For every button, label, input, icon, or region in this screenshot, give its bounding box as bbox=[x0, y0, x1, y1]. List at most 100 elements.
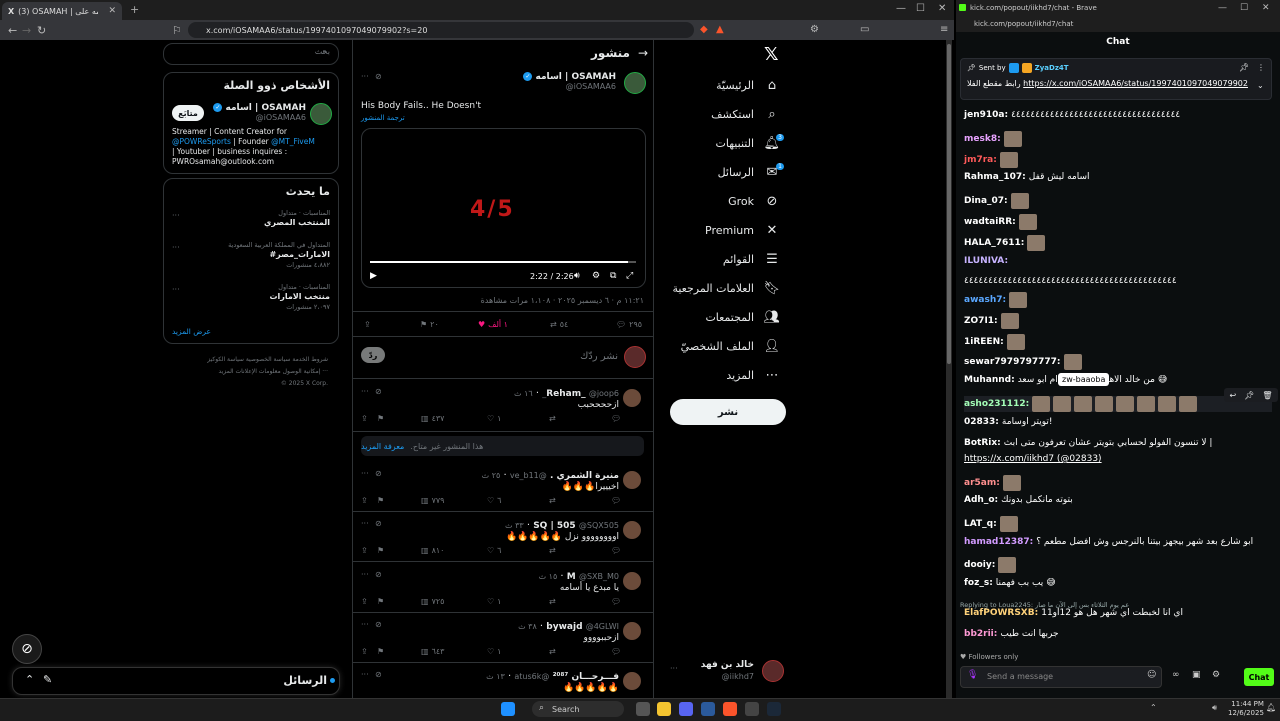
chat-username[interactable]: ILUNIVA: bbox=[964, 256, 1008, 266]
play-icon[interactable]: ▶ bbox=[370, 271, 377, 281]
reply-row[interactable]: M @SXB_M0 · ١٥ ث يا مبدع يا أسامه ··· ⊘ 💬︎ ⇄ ♡… bbox=[353, 566, 653, 613]
chat-username[interactable]: dooiy: bbox=[964, 560, 995, 570]
kick-address-bar[interactable]: kick.com/popout/iikhd7/chat bbox=[956, 16, 1280, 32]
app-icon[interactable] bbox=[701, 702, 715, 716]
bookmark-action[interactable]: ⚑ bbox=[377, 647, 384, 656]
emote-icon[interactable] bbox=[1010, 193, 1029, 209]
chat-message[interactable]: https://x.com/iikhd7 (@02833) bbox=[964, 454, 1272, 464]
reply-row[interactable]: منيرة الشمري . @ve_b11 · ٢٥ ث اخيييرا🔥🔥🔥 ·… bbox=[353, 465, 653, 512]
reply-name[interactable]: Reham_ bbox=[546, 389, 585, 399]
chat-message[interactable]: Dina_07: bbox=[964, 193, 1272, 209]
account-more-icon[interactable]: ··· bbox=[670, 664, 678, 673]
tray-chevron-icon[interactable]: ⌃ bbox=[1150, 703, 1157, 712]
delete-icon[interactable]: 🗑︎ bbox=[1262, 391, 1272, 400]
chat-username[interactable]: Dina_07: bbox=[964, 196, 1008, 206]
emote-icon[interactable] bbox=[1074, 396, 1093, 412]
back-arrow-icon[interactable]: → bbox=[638, 46, 648, 60]
search-input[interactable]: بحث ⌕ bbox=[163, 43, 339, 65]
bio-mention-powr[interactable]: @POWReSports bbox=[172, 137, 231, 146]
views-action[interactable]: ▥ ٧٧٩ bbox=[421, 496, 444, 505]
chat-username[interactable]: ar5am: bbox=[964, 478, 1000, 488]
volume-tray-icon[interactable]: 🔊︎ bbox=[1212, 703, 1217, 713]
emote-icon[interactable] bbox=[1032, 396, 1051, 412]
expand-icon[interactable]: ⌃ bbox=[25, 673, 34, 686]
like-action[interactable]: ♡ ١ bbox=[487, 597, 501, 606]
clock[interactable]: 11:44 PM 12/6/2025 bbox=[1228, 700, 1264, 718]
emote-icon[interactable] bbox=[999, 516, 1018, 532]
volume-icon[interactable]: 🔊︎ bbox=[574, 271, 580, 281]
nav-item-home[interactable]: ⌂ الرئيسيّة bbox=[716, 74, 780, 96]
url-field[interactable]: x.com/iOSAMAA6/status/199740109704907990… bbox=[188, 22, 694, 38]
chat-message[interactable]: ZO7I1: bbox=[964, 313, 1272, 329]
nav-item-bookmark[interactable]: 🔖︎ العلامات المرجعية bbox=[672, 277, 780, 299]
share-action[interactable]: ⇪ bbox=[361, 597, 368, 606]
file-explorer-icon[interactable] bbox=[657, 702, 671, 716]
learn-more-link[interactable]: معرفة المزيد bbox=[361, 442, 404, 451]
scrollbar-track[interactable] bbox=[946, 40, 952, 698]
account-switcher[interactable]: خالد بن فهد @iikhd7 ··· bbox=[670, 658, 784, 684]
chat-username[interactable]: Muhannd: bbox=[964, 375, 1015, 385]
emote-icon[interactable] bbox=[1003, 131, 1022, 147]
reply-more-icon[interactable]: ··· bbox=[361, 469, 369, 478]
chat-message[interactable]: mesk8: bbox=[964, 131, 1272, 147]
chat-message[interactable]: wadtaiRR: bbox=[964, 214, 1272, 230]
footer-line-2[interactable]: إمكانية الوصول معلومات الإعلانات المزيد … bbox=[207, 366, 328, 378]
start-icon[interactable] bbox=[501, 702, 515, 716]
emote-icon[interactable] bbox=[998, 557, 1017, 573]
chat-message[interactable]: Muhannd:من خالد الاهلي بيرجع الكدام ابو … bbox=[964, 375, 1272, 385]
grok-icon[interactable]: ⊘ bbox=[375, 670, 382, 679]
reply-name[interactable]: منيرة الشمري . bbox=[550, 471, 619, 481]
nav-item-list[interactable]: ☰ القوائم bbox=[723, 248, 780, 270]
reply-more-icon[interactable]: ··· bbox=[361, 570, 369, 579]
reply-row[interactable]: Reham_ @joop6_ · ١٦ ث ازححححبب ··· ⊘ 💬︎ ⇄ ♡ ١ ▥ ٤… bbox=[353, 383, 653, 432]
reply-action[interactable]: 💬︎ ٢٩٥ bbox=[616, 320, 642, 329]
chat-message[interactable]: HALA_7611: bbox=[964, 235, 1272, 251]
new-tab-icon[interactable]: + bbox=[130, 3, 139, 16]
chat-username[interactable]: wadtaiRR: bbox=[964, 217, 1016, 227]
nav-item-mail[interactable]: ✉ 1 الرسائل bbox=[718, 161, 784, 183]
app2-icon[interactable] bbox=[745, 702, 759, 716]
post-button[interactable]: نشر bbox=[670, 399, 786, 425]
like-action[interactable]: ♡ ١ bbox=[487, 414, 501, 423]
chat-username[interactable]: 02833: bbox=[964, 417, 999, 427]
kick-maximize-icon[interactable]: ☐ bbox=[1240, 3, 1248, 13]
bookmark-action[interactable]: ⚑ bbox=[377, 546, 384, 555]
repost-action[interactable]: ⇄ bbox=[549, 414, 559, 423]
grok-icon[interactable]: ⊘ bbox=[375, 72, 382, 81]
chat-message[interactable]: Rahma_107: اسامه ليش قفل bbox=[964, 172, 1272, 182]
chat-input[interactable]: 🎙︎ Send a message ☺ bbox=[960, 666, 1162, 688]
emote-icon[interactable] bbox=[1006, 334, 1025, 350]
chat-message[interactable]: sewar7979797777: bbox=[964, 354, 1272, 370]
chat-username[interactable]: bb2rii: bbox=[964, 629, 997, 639]
reply-more-icon[interactable]: ··· bbox=[361, 387, 369, 396]
footer-line-1[interactable]: شروط الخدمة سياسة الخصوصية سياسة الكوكيز bbox=[207, 354, 328, 366]
grok-icon[interactable]: ⊘ bbox=[375, 387, 382, 396]
chat-message[interactable]: Adh_o: بتوته مانكمل بدونك bbox=[964, 495, 1272, 505]
post-more-icon[interactable]: ··· bbox=[361, 72, 369, 81]
x-logo-icon[interactable]: 𝕏 bbox=[764, 44, 779, 65]
share-action[interactable]: ⇪ bbox=[361, 546, 368, 555]
emote-icon[interactable] bbox=[1095, 396, 1114, 412]
emote-icon[interactable] bbox=[1137, 396, 1156, 412]
chat-message[interactable]: ar5am: bbox=[964, 475, 1272, 491]
chat-username[interactable]: jen910a: bbox=[964, 110, 1008, 120]
emoji-icon[interactable]: ☺ bbox=[1147, 670, 1156, 680]
grok-fab-icon[interactable]: ⊘ bbox=[12, 634, 42, 664]
related-avatar[interactable] bbox=[310, 103, 332, 125]
nav-item-person[interactable]: 👤︎ الملف الشخصيّ bbox=[681, 335, 780, 357]
back-icon[interactable]: ← bbox=[8, 24, 17, 37]
chat-username[interactable]: Adh_o: bbox=[964, 495, 998, 505]
author-avatar[interactable] bbox=[624, 72, 646, 94]
pinned-link[interactable]: https://x.com/iOSAMAA6/status/1997401097… bbox=[1023, 79, 1248, 88]
reload-icon[interactable]: ↻ bbox=[37, 24, 46, 37]
chat-message[interactable]: jm7ra: bbox=[964, 152, 1272, 168]
like-action[interactable]: ♡ ٦ bbox=[487, 496, 501, 505]
close-window-icon[interactable]: ✕ bbox=[938, 3, 946, 14]
kick-minimize-icon[interactable]: — bbox=[1218, 3, 1227, 13]
chat-username[interactable]: BotRix: bbox=[964, 438, 1001, 448]
emote-icon[interactable] bbox=[1009, 292, 1028, 308]
share-action[interactable]: ⇪ bbox=[361, 647, 368, 656]
pin-menu-icon[interactable]: ⋮ bbox=[1257, 63, 1265, 72]
chat-message[interactable]: jen910a: ٤٤٤٤٤٤٤٤٤٤٤٤٤٤٤٤٤٤٤٤٤٤٤٤٤٤٤٤٤٤٤٤… bbox=[964, 110, 1272, 120]
grok-icon[interactable]: ⊘ bbox=[375, 519, 382, 528]
